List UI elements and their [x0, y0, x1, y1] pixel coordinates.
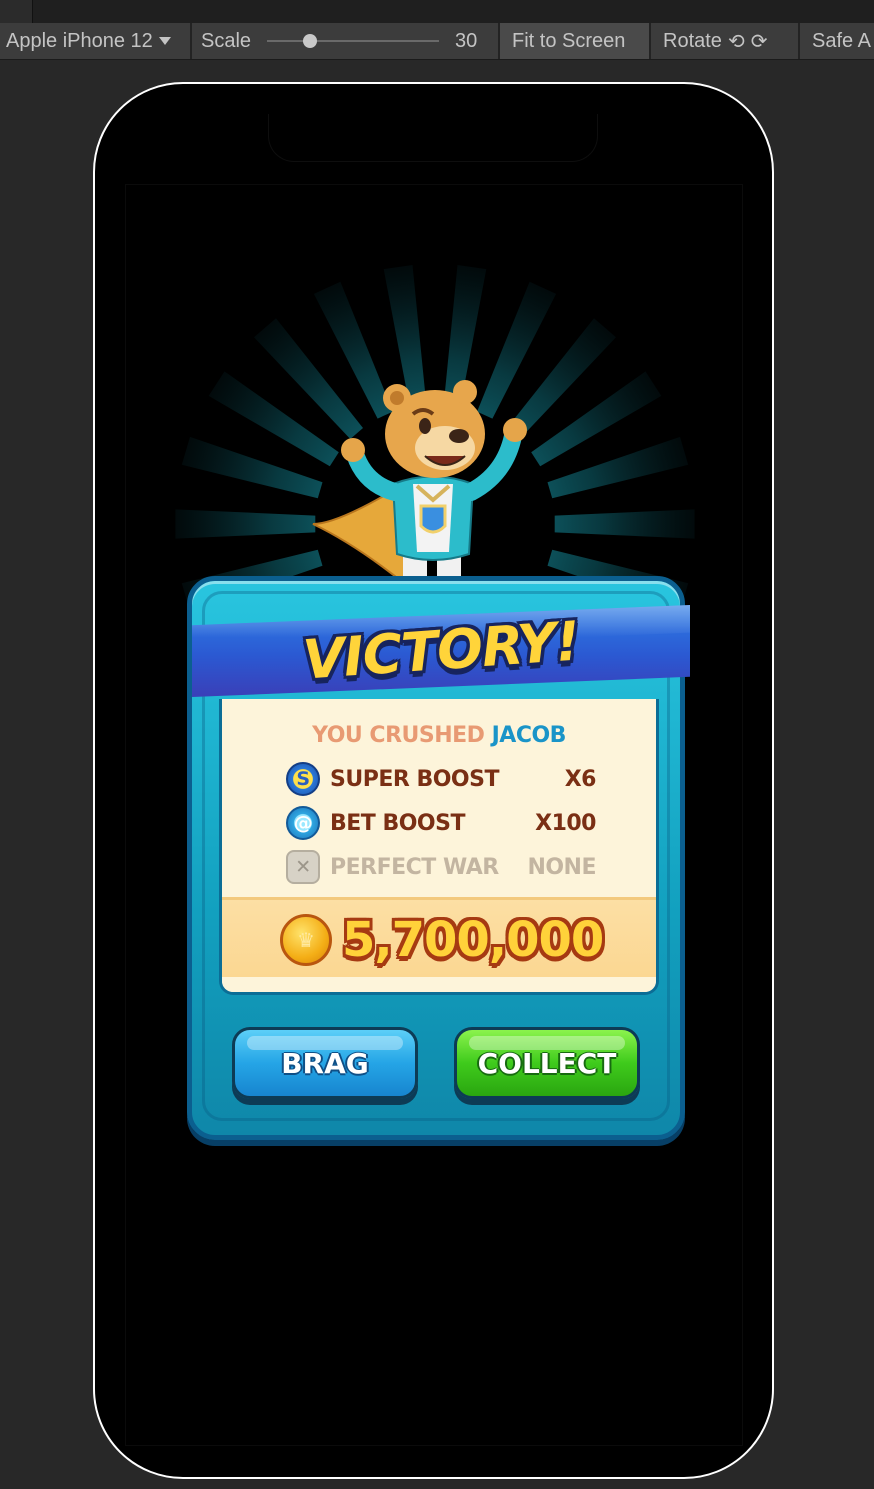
victory-panel: YOU CRUSHED JACOB S SUPER BOOST X6 @ BET… [187, 576, 690, 1140]
scale-slider-track [267, 40, 440, 42]
editor-tab[interactable] [0, 0, 33, 23]
results-card: YOU CRUSHED JACOB S SUPER BOOST X6 @ BET… [219, 699, 659, 995]
boost-row-super: S SUPER BOOST X6 [286, 761, 597, 797]
ray [554, 509, 695, 539]
scale-label: Scale [201, 29, 252, 52]
collect-button[interactable]: COLLECT [454, 1027, 640, 1099]
rotate-control: Rotate ⟲ ⟳ [651, 23, 800, 59]
bet-boost-icon: @ [286, 806, 320, 840]
opponent-name: JACOB [491, 723, 567, 748]
device-dropdown[interactable]: Apple iPhone 12 [0, 23, 192, 59]
boost-label: SUPER BOOST [330, 766, 500, 792]
device-screen: YOU CRUSHED JACOB S SUPER BOOST X6 @ BET… [93, 82, 774, 1479]
boost-value: X6 [564, 766, 597, 792]
brag-button[interactable]: BRAG [232, 1027, 418, 1099]
boost-value: NONE [527, 854, 596, 880]
scale-slider-thumb[interactable] [303, 34, 318, 48]
boost-label: BET BOOST [330, 810, 466, 836]
safe-area-label: Safe A [812, 29, 871, 52]
boost-value: X100 [535, 810, 596, 836]
coin-icon: ♛ [280, 914, 332, 966]
crushed-prefix: YOU CRUSHED [312, 723, 485, 748]
boost-row-perfect-war: ✕ PERFECT WAR NONE [286, 849, 597, 885]
reward-amount: 5,700,000 [342, 912, 604, 968]
brag-label: BRAG [281, 1046, 369, 1080]
collect-label: COLLECT [477, 1046, 617, 1080]
boost-label: PERFECT WAR [330, 854, 499, 880]
rotate-label: Rotate [663, 29, 722, 52]
safe-area-toggle[interactable]: Safe A [800, 23, 874, 59]
fit-to-screen-label: Fit to Screen [512, 29, 626, 52]
device-label: Apple iPhone 12 [6, 29, 153, 52]
super-boost-icon: S [286, 762, 320, 796]
chevron-down-icon [158, 37, 171, 45]
scale-slider[interactable] [267, 34, 440, 48]
reward-bar: ♛ 5,700,000 [222, 897, 656, 977]
boost-row-bet: @ BET BOOST X100 [286, 805, 597, 841]
reward-bar-footer [222, 977, 656, 992]
simulator-toolbar: Apple iPhone 12 Scale 30 Fit to Screen R… [0, 23, 874, 60]
rotate-left-icon[interactable]: ⟲ [728, 29, 745, 54]
rotate-right-icon[interactable]: ⟳ [751, 29, 768, 54]
fit-to-screen-button[interactable]: Fit to Screen [500, 23, 651, 59]
scale-value: 30 [455, 29, 478, 52]
crushed-message: YOU CRUSHED JACOB [222, 723, 656, 748]
scale-control: Scale 30 [192, 23, 500, 59]
editor-top-strip [0, 0, 874, 23]
perfect-war-icon: ✕ [286, 850, 320, 884]
